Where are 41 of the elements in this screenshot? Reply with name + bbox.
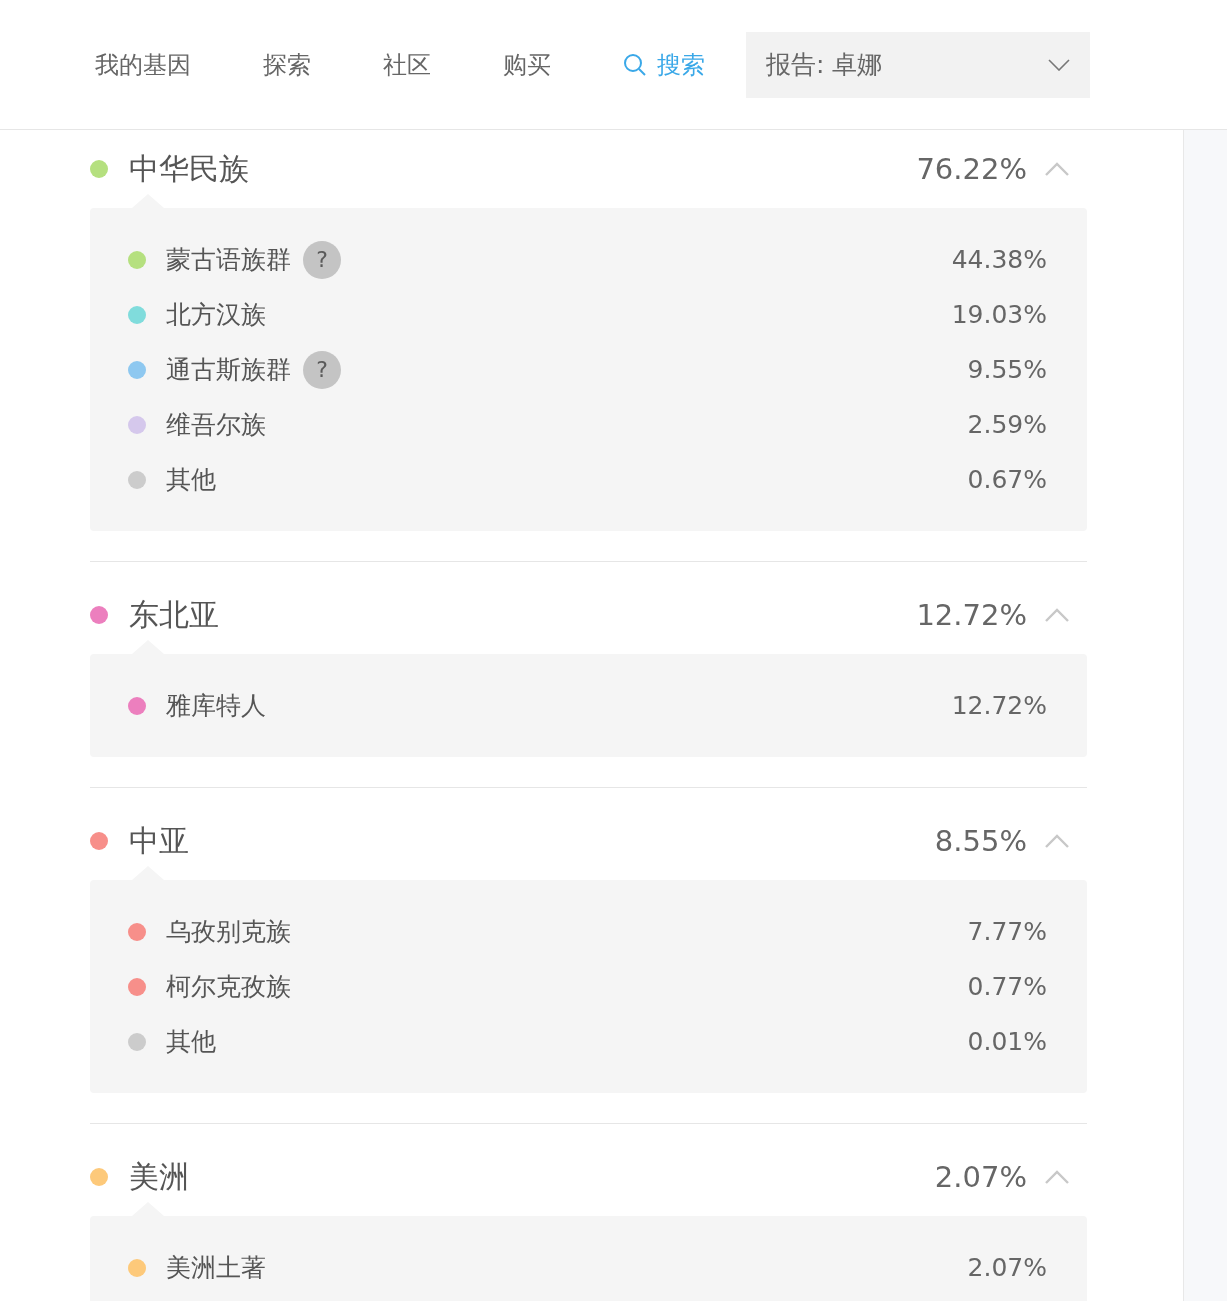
nav-link[interactable]: 社区 — [383, 48, 431, 81]
help-button[interactable]: ? — [303, 240, 341, 279]
nav-link[interactable]: 我的基因 — [95, 48, 191, 81]
chevron-up-icon[interactable] — [1045, 162, 1069, 176]
group-percent: 2.07% — [934, 1160, 1027, 1194]
population-name: 柯尔克孜族 — [166, 971, 291, 1003]
group-percent: 76.22% — [916, 152, 1027, 186]
group-name: 东北亚 — [129, 595, 219, 634]
population-name: 雅库特人 — [166, 690, 266, 722]
population-name: 通古斯族群 — [166, 354, 291, 386]
report-dropdown[interactable]: 报告: 卓娜 — [746, 31, 1090, 98]
group-name: 中华民族 — [129, 149, 249, 188]
population-percent: 0.67% — [967, 465, 1047, 494]
population-percent: 2.07% — [967, 1253, 1047, 1282]
group-percent: 12.72% — [916, 598, 1027, 632]
population-percent: 19.03% — [951, 300, 1047, 329]
nav-link[interactable]: 探索 — [263, 48, 311, 81]
population-name: 蒙古语族群 — [166, 244, 291, 276]
population-percent: 0.01% — [967, 1027, 1047, 1056]
population-percent: 9.55% — [967, 355, 1047, 384]
chevron-up-icon[interactable] — [1045, 608, 1069, 622]
population-percent: 0.77% — [967, 972, 1047, 1001]
search-icon — [623, 52, 647, 77]
population-name: 其他 — [166, 1026, 216, 1058]
population-name: 美洲土著 — [166, 1252, 266, 1284]
help-button[interactable]: ? — [303, 350, 341, 389]
population-name: 北方汉族 — [166, 299, 266, 331]
nav-link[interactable]: 购买 — [503, 48, 551, 81]
population-percent: 2.59% — [967, 410, 1047, 439]
chevron-up-icon[interactable] — [1045, 1170, 1069, 1184]
population-percent: 12.72% — [951, 691, 1047, 720]
group-name: 美洲 — [129, 1157, 189, 1196]
population-name: 其他 — [166, 464, 216, 496]
population-percent: 7.77% — [967, 917, 1047, 946]
chevron-up-icon[interactable] — [1045, 834, 1069, 848]
population-name: 乌孜别克族 — [166, 916, 291, 948]
group-percent: 8.55% — [934, 824, 1027, 858]
population-percent: 44.38% — [951, 245, 1047, 274]
population-name: 维吾尔族 — [166, 409, 266, 441]
chevron-down-icon — [1048, 58, 1070, 71]
group-name: 中亚 — [129, 821, 189, 860]
